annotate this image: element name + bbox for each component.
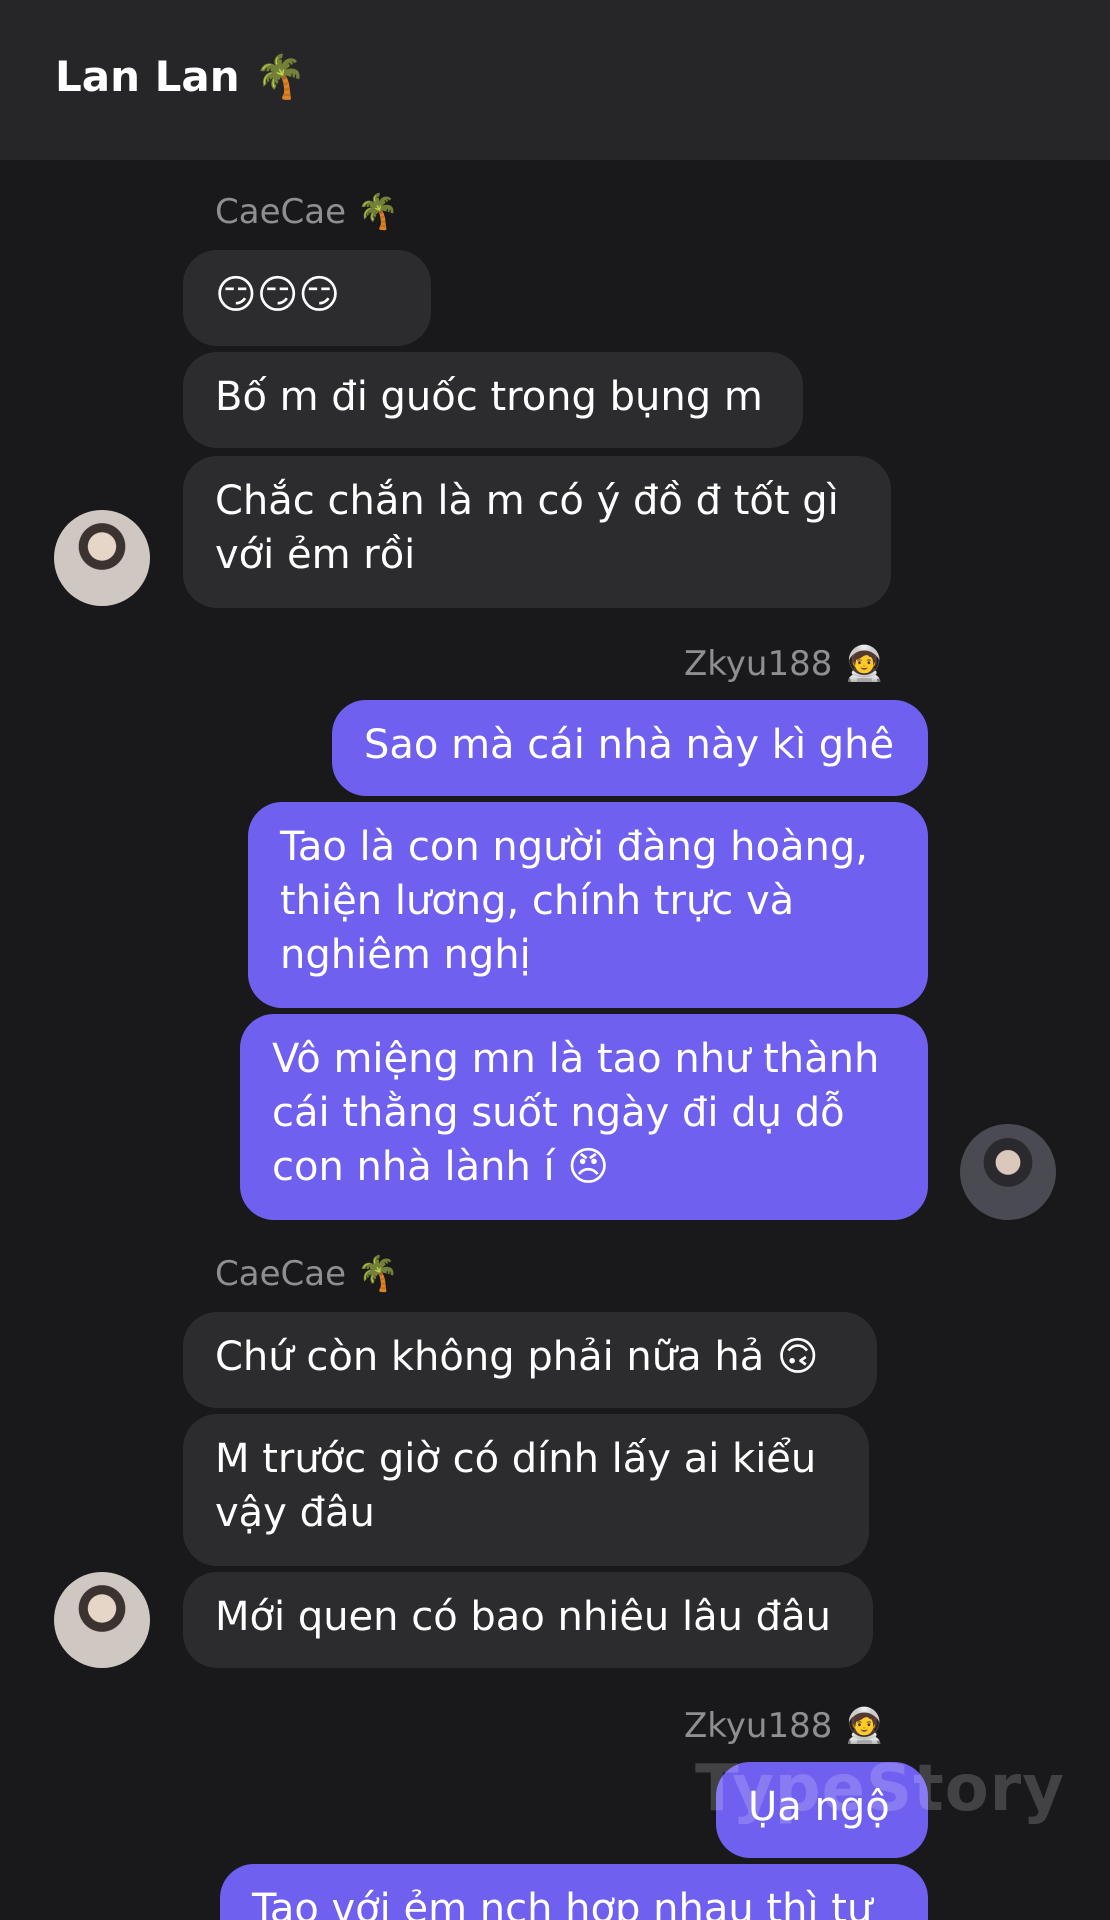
- chat-header: Lan Lan 🌴: [0, 0, 1110, 160]
- message-feed[interactable]: CaeCae 🌴 😏😏😏 Bố m đi guốc trong bụng m C…: [0, 160, 1110, 1920]
- watermark: TypeStory: [695, 1752, 1065, 1826]
- sender-avatar[interactable]: [54, 1572, 150, 1668]
- sender-name: Zkyu188 🧑‍🚀: [684, 1706, 886, 1746]
- outgoing-message-bubble[interactable]: Tao là con người đàng hoàng, thiện lương…: [248, 802, 928, 1008]
- outgoing-message-bubble[interactable]: Vô miệng mn là tao như thành cái thằng s…: [240, 1014, 928, 1220]
- incoming-message-bubble[interactable]: Mới quen có bao nhiêu lâu đâu: [183, 1572, 873, 1668]
- sender-avatar[interactable]: [54, 510, 150, 606]
- outgoing-message-bubble[interactable]: Tao với ẻm nch hợp nhau thì tự: [220, 1864, 928, 1920]
- sender-name: CaeCae 🌴: [215, 192, 400, 232]
- chat-title[interactable]: Lan Lan 🌴: [55, 52, 307, 102]
- sender-avatar[interactable]: [960, 1124, 1056, 1220]
- incoming-message-bubble[interactable]: 😏😏😏: [183, 250, 431, 346]
- incoming-message-bubble[interactable]: Bố m đi guốc trong bụng m: [183, 352, 803, 448]
- incoming-message-bubble[interactable]: Chứ còn không phải nữa hả 🙃: [183, 1312, 877, 1408]
- incoming-message-bubble[interactable]: M trước giờ có dính lấy ai kiểu vậy đâu: [183, 1414, 869, 1566]
- sender-name: CaeCae 🌴: [215, 1254, 400, 1294]
- outgoing-message-bubble[interactable]: Sao mà cái nhà này kì ghê: [332, 700, 928, 796]
- incoming-message-bubble[interactable]: Chắc chắn là m có ý đồ đ tốt gì với ẻm r…: [183, 456, 891, 608]
- sender-name: Zkyu188 🧑‍🚀: [684, 644, 886, 684]
